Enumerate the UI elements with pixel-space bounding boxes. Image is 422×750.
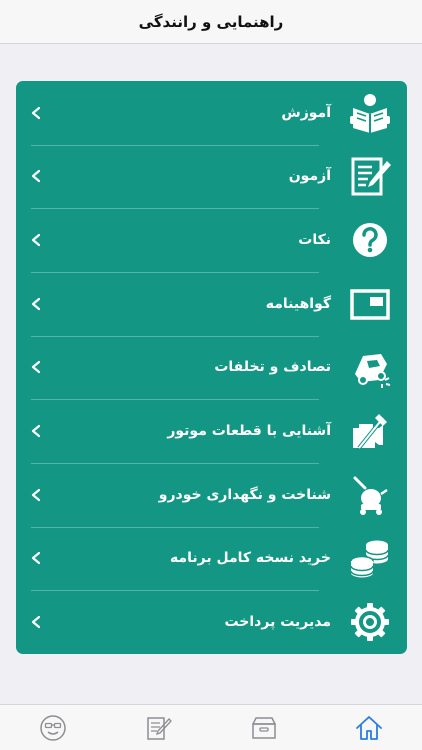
menu-item-buy-full-version[interactable]: خرید نسخه کامل برنامه [16,526,407,591]
tab-exam[interactable] [128,705,188,750]
menu-item-car-maintenance[interactable]: شناخت و نگهداری خودرو [16,462,407,527]
coins-stack-icon [347,535,393,581]
chevron-left-icon [31,170,41,183]
navigation-bar: راهنمایی و رانندگی [0,0,422,44]
car-crash-icon [347,344,393,390]
chevron-left-icon [31,488,41,501]
exam-pencil-icon [147,716,173,740]
menu-item-accidents[interactable]: تصادف و تخلفات [16,335,407,400]
menu-item-payment-management[interactable]: مدیریت پرداخت [16,590,407,654]
car-maintenance-icon [347,472,393,518]
menu-item-training[interactable]: آموزش [16,81,407,145]
menu-item-label: آشنایی با قطعات موتور [167,423,331,440]
tab-archive[interactable] [234,705,294,750]
menu-item-engine-parts[interactable]: آشنایی با قطعات موتور [16,399,407,463]
home-icon [356,715,383,740]
engine-tools-icon [347,408,393,454]
tab-profile[interactable] [23,705,83,750]
tab-bar [0,704,422,750]
menu-item-label: شناخت و نگهداری خودرو [158,486,331,503]
chevron-left-icon [31,234,41,247]
menu-item-label: مدیریت پرداخت [224,614,331,631]
menu-item-label: گواهینامه [265,295,331,312]
menu-item-tips[interactable]: نکات [16,208,407,272]
menu-item-label: خرید نسخه کامل برنامه [169,550,331,567]
archive-box-icon [252,716,276,739]
chevron-left-icon [31,297,41,310]
menu-item-license[interactable]: گواهینامه [16,271,407,336]
question-circle-icon [347,217,393,263]
tab-home[interactable] [339,705,399,750]
menu-item-label: نکات [298,232,331,249]
reading-person-icon [347,90,393,136]
chevron-left-icon [31,615,41,629]
gear-icon [347,599,393,645]
exam-sheet-pencil-icon [347,153,393,199]
menu-item-label: آزمون [288,168,331,185]
menu-item-label: تصادف و تخلفات [214,359,331,376]
smiley-glasses-icon [40,714,66,741]
menu-item-label: آموزش [281,104,331,121]
menu-item-exam[interactable]: آزمون [16,144,407,209]
chevron-left-icon [31,552,41,565]
page-title: راهنمایی و رانندگی [138,12,284,31]
main-menu: آموزش آزمون نکات گواهینامه تصادف و تخلفا… [16,81,407,654]
chevron-left-icon [31,361,41,374]
chevron-left-icon [31,106,41,119]
license-card-icon [347,281,393,327]
chevron-left-icon [31,425,41,438]
